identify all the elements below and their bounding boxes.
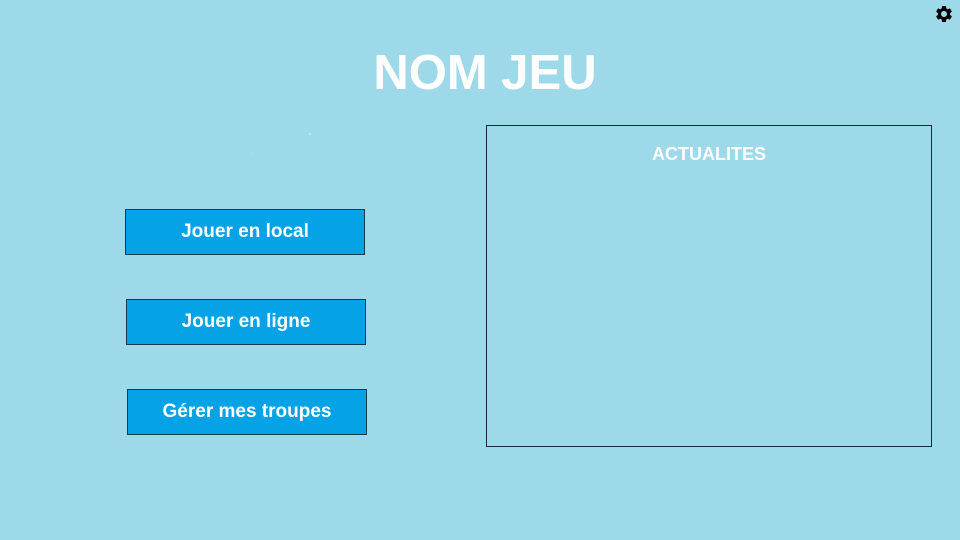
game-title: NOM JEU: [373, 46, 597, 100]
manage-troops-button[interactable]: Gérer mes troupes: [127, 389, 367, 435]
decorative-speck: [252, 153, 253, 154]
play-local-button[interactable]: Jouer en local: [125, 209, 365, 255]
news-panel: ACTUALITES: [486, 125, 932, 447]
gear-icon: [936, 5, 952, 22]
settings-button[interactable]: [934, 4, 954, 24]
news-title: ACTUALITES: [652, 144, 766, 164]
decorative-speck: [309, 133, 311, 135]
play-online-button[interactable]: Jouer en ligne: [126, 299, 366, 345]
